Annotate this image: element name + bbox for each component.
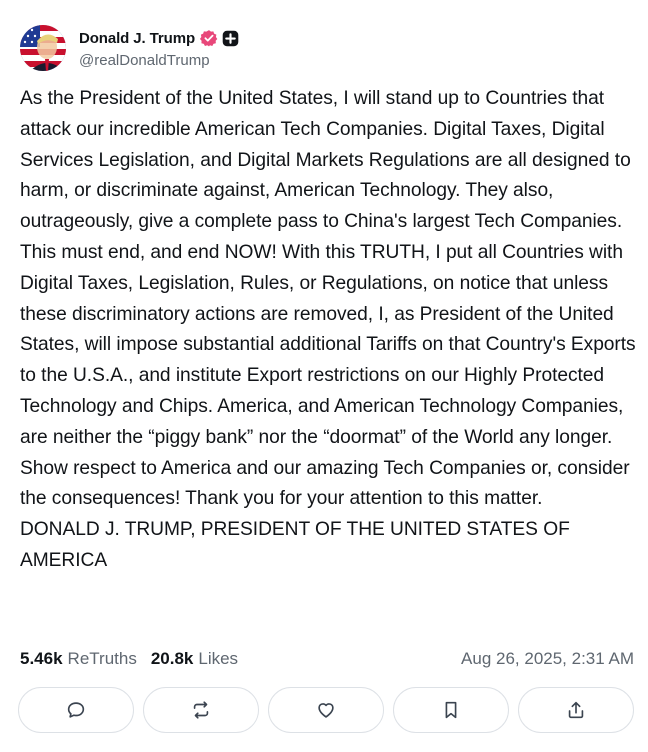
retruths-stat[interactable]: 5.46k ReTruths	[20, 649, 137, 669]
name-row: Donald J. Trump	[79, 27, 239, 49]
post-header: Donald J. Trump @realDonaldTrump	[20, 25, 239, 71]
avatar-image	[20, 25, 66, 71]
likes-stat[interactable]: 20.8k Likes	[151, 649, 238, 669]
bookmark-button[interactable]	[393, 687, 509, 733]
retruth-button[interactable]	[143, 687, 259, 733]
share-button[interactable]	[518, 687, 634, 733]
post-timestamp[interactable]: Aug 26, 2025, 2:31 AM	[461, 649, 634, 669]
bookmark-icon	[445, 701, 457, 719]
like-button[interactable]	[268, 687, 384, 733]
post-text: As the President of the United States, I…	[20, 88, 636, 571]
plus-badge-icon	[222, 30, 239, 47]
reply-button[interactable]	[18, 687, 134, 733]
retruths-count: 5.46k	[20, 649, 63, 668]
likes-count: 20.8k	[150, 649, 194, 668]
action-bar	[18, 687, 634, 733]
display-name[interactable]: Donald J. Trump	[79, 30, 195, 47]
heart-icon	[318, 703, 334, 718]
likes-label: Likes	[198, 649, 239, 668]
post-stats: 5.46k ReTruths 20.8k Likes Aug 26, 2025, 2…	[20, 646, 634, 672]
truth-post-card: Donald J. Trump @realDonaldTrump As the …	[0, 0, 648, 752]
author-names: Donald J. Trump @realDonaldTrump	[79, 27, 239, 69]
comment-icon	[67, 702, 85, 718]
avatar[interactable]	[20, 25, 66, 71]
share-icon	[568, 701, 584, 719]
retruths-label: ReTruths	[67, 649, 137, 668]
author-handle[interactable]: @realDonaldTrump	[79, 52, 239, 69]
repost-icon	[193, 701, 209, 719]
verified-badge-icon	[199, 29, 218, 47]
